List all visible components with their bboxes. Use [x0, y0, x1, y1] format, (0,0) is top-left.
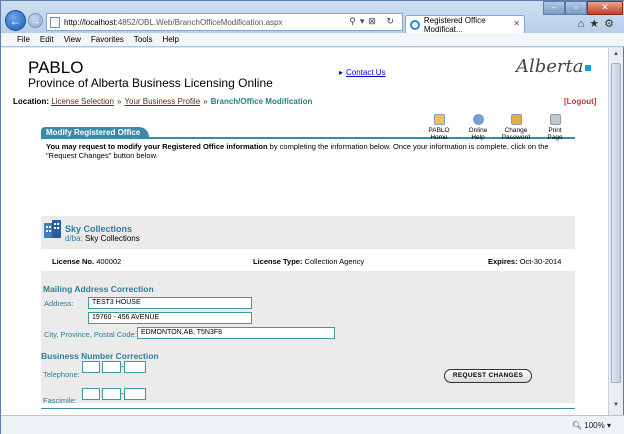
request-changes-button[interactable]: REQUEST CHANGES — [444, 369, 532, 383]
license-type-label: License Type: — [253, 257, 303, 266]
printer-icon — [549, 114, 561, 125]
license-expiry: Expires: Oct-30-2014 — [488, 257, 561, 266]
fax-line-input[interactable] — [124, 388, 146, 400]
web-page: PABLO Province of Alberta Business Licen… — [1, 48, 608, 415]
zoom-level: 100% — [584, 421, 605, 430]
building-icon — [44, 220, 61, 238]
back-button[interactable]: ← — [5, 10, 26, 31]
print-page-button[interactable]: Print Page — [537, 114, 573, 141]
key-icon — [510, 114, 522, 125]
tab-title: Registered Office Modificat... — [423, 15, 486, 34]
tool-label: Change — [504, 127, 528, 134]
mailing-address-title: Mailing Address Correction — [43, 284, 154, 294]
vertical-scrollbar[interactable]: ▲ ▼ — [608, 48, 623, 415]
page-icon — [50, 16, 60, 28]
search-refresh-icons[interactable]: ⚲▾⊠ ↻ — [349, 16, 398, 27]
crumb-license-selection[interactable]: License Selection — [51, 97, 114, 106]
logout-link[interactable]: [Logout] — [564, 97, 596, 106]
address-bar[interactable]: http://localhost:4852/OBL.Web/BranchOffi… — [46, 13, 403, 31]
fax-prefix-input[interactable] — [102, 388, 121, 400]
close-tab-icon[interactable]: ✕ — [513, 19, 520, 28]
tool-label: PABLO — [428, 127, 450, 134]
scroll-thumb[interactable] — [611, 63, 621, 383]
zoom-control[interactable]: 🔍︎ 100% ▾ — [572, 421, 611, 430]
tool-label: Home — [430, 134, 448, 141]
close-window-button[interactable]: ✕ — [587, 1, 623, 15]
city-province-postal-input[interactable]: EDMONTON,AB, T5N3F8 — [137, 327, 335, 339]
telephone-line-input[interactable] — [124, 361, 146, 373]
menu-edit[interactable]: Edit — [40, 35, 54, 44]
minimize-button[interactable]: – — [543, 1, 565, 15]
intro-text: You may request to modify your Registere… — [46, 142, 571, 160]
fax-label: Fascimile: — [43, 396, 77, 405]
license-type: License Type: Collection Agency — [253, 257, 364, 266]
license-type-value: Collection Agency — [304, 257, 365, 266]
license-number: License No. 400002 — [52, 257, 121, 266]
tool-label: Help — [471, 134, 485, 141]
pablo-home-button[interactable]: PABLO Home — [421, 114, 457, 141]
app-subtitle: Province of Alberta Business Licensing O… — [28, 76, 273, 90]
address-label: Address: — [44, 299, 74, 308]
online-help-button[interactable]: Online Help — [460, 114, 496, 141]
browser-window: ← → http://localhost:4852/OBL.Web/Branch… — [0, 0, 624, 434]
dba-line: d/ba: Sky Collections — [65, 234, 140, 243]
expires-value: Oct-30-2014 — [519, 257, 562, 266]
alberta-logo: Alberta — [516, 56, 591, 77]
bottom-divider — [41, 408, 575, 409]
tool-label: Page — [547, 134, 563, 141]
crumb-separator: » — [203, 97, 208, 106]
maximize-button[interactable]: ▫ — [565, 1, 587, 15]
tab-registered-office[interactable]: Registered Office Modificat... ✕ — [405, 15, 525, 34]
crumb-current: Branch/Office Modification — [210, 97, 313, 106]
menu-tools[interactable]: Tools — [134, 35, 153, 44]
url-text: http://localhost:4852/OBL.Web/BranchOffi… — [64, 17, 283, 27]
address-line2-input[interactable]: 19760 - 456 AVENUE — [88, 312, 252, 324]
browser-titlebar: ← → http://localhost:4852/OBL.Web/Branch… — [1, 1, 624, 34]
app-name: PABLO — [28, 58, 84, 77]
menu-view[interactable]: View — [64, 35, 81, 44]
window-controls: – ▫ ✕ — [543, 1, 623, 15]
telephone-area-input[interactable] — [82, 361, 100, 373]
license-no-value: 400002 — [96, 257, 122, 266]
crumb-business-profile[interactable]: Your Business Profile — [124, 97, 200, 106]
license-no-label: License No. — [52, 257, 95, 266]
tool-label: Online — [468, 127, 488, 134]
menu-help[interactable]: Help — [162, 35, 178, 44]
crumb-separator: » — [116, 97, 122, 106]
telephone-prefix-input[interactable] — [102, 361, 121, 373]
ie-icon — [410, 19, 420, 30]
menu-favorites[interactable]: Favorites — [91, 35, 124, 44]
fax-area-input[interactable] — [82, 388, 100, 400]
contact-us-link[interactable]: Contact Us — [339, 68, 386, 77]
home-icon — [433, 114, 445, 125]
tool-label: Password — [501, 134, 531, 141]
menu-bar: File Edit View Favorites Tools Help — [1, 33, 624, 47]
change-password-button[interactable]: Change Password — [498, 114, 534, 141]
business-number-title: Business Number Correction — [41, 351, 159, 361]
scroll-up-icon[interactable]: ▲ — [612, 51, 620, 59]
breadcrumb: Location: License Selection» Your Busines… — [13, 97, 312, 106]
location-label: Location: — [13, 97, 49, 106]
status-bar: 🔍︎ 100% ▾ — [1, 415, 624, 434]
dba-label: d/ba: — [65, 234, 83, 243]
address-line1-input[interactable]: TEST3 HOUSE — [88, 297, 252, 309]
dba-value: Sky Collections — [85, 234, 140, 243]
menu-file[interactable]: File — [17, 35, 30, 44]
intro-bold: You may request to modify your Registere… — [46, 142, 268, 151]
expires-label: Expires: — [488, 257, 518, 266]
toolbar-icons[interactable]: ⌂★⚙ — [578, 17, 619, 30]
telephone-label: Telephone: — [43, 370, 80, 379]
help-icon — [472, 114, 484, 125]
forward-button[interactable]: → — [28, 13, 43, 28]
city-label: City, Province, Postal Code: — [44, 330, 137, 339]
scroll-down-icon[interactable]: ▼ — [612, 402, 620, 410]
business-name: Sky Collections — [65, 224, 133, 234]
tool-label: Print — [548, 127, 562, 134]
